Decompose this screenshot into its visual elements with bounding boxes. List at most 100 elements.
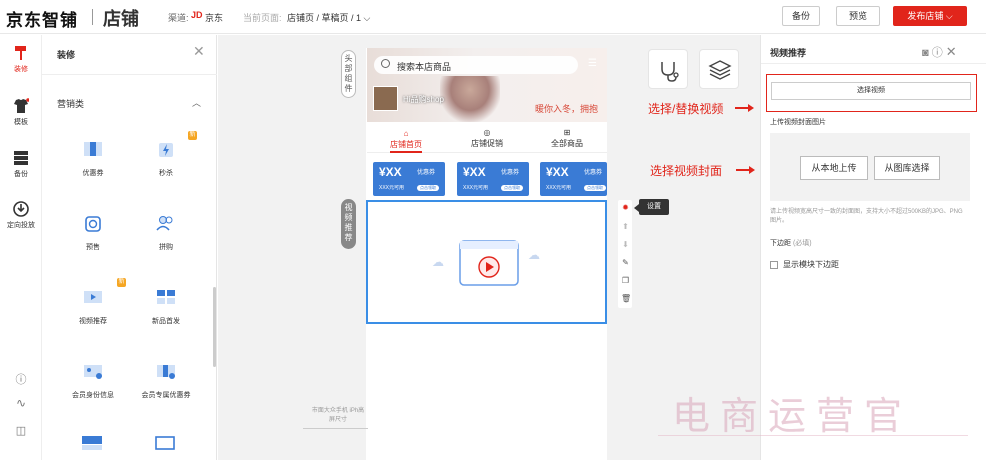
coupon-claim-button[interactable]: 点击领取 — [417, 185, 439, 191]
tab-label: 店铺首页 — [390, 140, 422, 149]
panel-title: 装修 — [57, 50, 76, 60]
margin-label-text: 下边距 — [770, 240, 791, 247]
gear-icon[interactable]: ✹ — [621, 203, 630, 212]
show-margin-checkbox[interactable] — [770, 261, 778, 269]
move-up-icon[interactable]: ⬆ — [621, 222, 630, 231]
component-member-info[interactable]: 会员身份信息 — [68, 362, 118, 400]
banner-slogan: 暖你入冬，拥抱 — [535, 104, 599, 114]
channel-label: 渠道: — [168, 13, 189, 23]
rail-item-template[interactable]: 模板 — [0, 98, 42, 127]
chevron-up-icon[interactable]: ︿ — [192, 96, 201, 109]
tab-all-products[interactable]: ⊞ 全部商品 — [537, 128, 597, 149]
backup-button[interactable]: 备份 — [782, 6, 820, 26]
video-component-text: 视频推荐 — [344, 203, 353, 242]
header-component-label[interactable]: 头部组件 — [341, 50, 356, 98]
menu-icon[interactable]: ☰ — [588, 58, 600, 69]
coupon-icon — [84, 142, 102, 156]
settings-divider — [761, 63, 986, 64]
panel-scrollbar[interactable] — [213, 287, 216, 367]
search-placeholder: 搜索本店商品 — [397, 62, 452, 72]
cover-hint: 请上传视频宽高尺寸一致的封面图，支持大小不超过500KB的JPG、PNG图片。 — [770, 209, 963, 224]
rail-item-backup[interactable]: 备份 — [0, 150, 42, 179]
coupon-claim-button[interactable]: 点击领取 — [584, 185, 606, 191]
coupon-tag: 优惠券 — [417, 170, 436, 176]
component-more-2[interactable] — [155, 436, 175, 450]
component-more-1[interactable] — [82, 436, 102, 450]
jd-logo-icon: JD — [191, 10, 203, 20]
upload-local-button[interactable]: 从本地上传 — [800, 156, 868, 180]
coupon-value: ¥XX — [379, 165, 402, 179]
settings-header-icons: ◙ ⓘ ✕ — [922, 44, 957, 60]
group-buy-icon — [156, 216, 173, 231]
frame-icon — [155, 436, 175, 450]
tab-shop-promo[interactable]: ◎ 店铺促销 — [457, 128, 517, 149]
coupon-card[interactable]: ¥XX XXX元可用 优惠券 点击领取 — [373, 162, 445, 196]
brand-logo: 京东智铺 — [6, 11, 78, 30]
layers-icon — [708, 60, 732, 80]
flash-sale-icon — [159, 143, 173, 157]
current-page-select[interactable]: 店铺页 / 草稿页 / 1 ⌵ — [287, 11, 370, 24]
channel-name: 京东 — [205, 13, 224, 23]
delete-icon[interactable]: 🗑 — [621, 294, 631, 303]
help-icon[interactable]: ⓘ — [932, 47, 943, 59]
settings-tooltip: 设置 — [639, 199, 669, 215]
rail-label: 装修 — [14, 66, 28, 73]
presale-icon — [85, 216, 101, 232]
component-presale[interactable]: 预售 — [68, 214, 118, 252]
component-new-product[interactable]: 新品首发 — [141, 288, 191, 326]
cloud-icon: ☁ — [432, 255, 444, 269]
component-flash-sale[interactable]: 秒杀 — [141, 140, 191, 178]
component-label: 视频推荐 — [79, 318, 107, 325]
paint-roller-icon — [15, 46, 26, 60]
diagnose-button[interactable] — [648, 49, 688, 89]
close-icon[interactable]: ✕ — [193, 43, 205, 60]
annotation-select-cover: 选择视频封面 — [650, 164, 723, 178]
help-icon[interactable]: ⓘ — [0, 371, 42, 387]
edit-icon[interactable]: ✎ — [621, 258, 630, 267]
component-coupon[interactable]: 优惠券 — [68, 140, 118, 178]
coupon-card[interactable]: ¥XX XXX元可用 优惠券 点击领取 — [457, 162, 529, 196]
component-member-coupon[interactable]: 会员专属优惠券 — [141, 362, 191, 400]
block-toolbar — [618, 200, 632, 308]
copy-icon[interactable]: ❐ — [621, 276, 630, 285]
rail-item-decorate[interactable]: 装修 — [0, 45, 42, 74]
brand-divider — [92, 9, 93, 25]
support-icon[interactable]: ∿ — [0, 396, 42, 410]
select-video-button[interactable]: 选择视频 — [771, 82, 971, 100]
component-label: 新品首发 — [152, 318, 180, 325]
new-badge: 新 — [117, 278, 126, 287]
margin-label: 下边距 (必填) — [770, 238, 812, 248]
move-down-icon[interactable]: ⬇ — [621, 240, 630, 249]
phone-size-note: 市面大众手机 iPh高屏尺寸 — [311, 408, 365, 423]
rail-label: 模板 — [14, 119, 28, 126]
coupon-value: ¥XX — [463, 165, 486, 179]
coupon-condition: XXX元可用 — [546, 185, 572, 191]
server-icon — [14, 151, 28, 165]
feedback-icon[interactable]: ◫ — [0, 424, 42, 437]
grid-icon — [82, 436, 102, 450]
video-component-label[interactable]: 视频推荐 — [341, 199, 356, 249]
coupon-claim-button[interactable]: 点击领取 — [501, 185, 523, 191]
chat-icon[interactable]: ◙ — [922, 47, 929, 59]
close-icon[interactable]: ✕ — [946, 44, 957, 59]
rail-item-targeting[interactable]: 定向投放 — [0, 201, 42, 230]
coupon-card[interactable]: ¥XX XXX元可用 优惠券 点击领取 — [540, 162, 607, 196]
upload-library-button[interactable]: 从图库选择 — [874, 156, 940, 180]
tab-shop-home[interactable]: ⌂ 店铺首页 — [376, 129, 436, 150]
banner-photo — [440, 76, 500, 122]
new-badge: 新 — [188, 131, 197, 140]
grid-icon: ⊞ — [563, 128, 571, 137]
search-icon — [381, 59, 390, 68]
coupon-condition: XXX元可用 — [463, 185, 489, 191]
cover-upload-label: 上传视频封面图片 — [770, 119, 826, 126]
component-video-recommend[interactable]: 视频推荐 — [68, 288, 118, 326]
shop-avatar — [373, 86, 398, 111]
component-group-buy[interactable]: 拼购 — [141, 214, 191, 252]
preview-button[interactable]: 预览 — [836, 6, 880, 26]
cloud-icon: ☁ — [528, 248, 540, 262]
layers-button[interactable] — [699, 49, 739, 89]
category-header[interactable]: 营销类 — [57, 97, 84, 110]
publish-button[interactable]: 发布店铺 ⌵ — [893, 6, 967, 26]
panel-divider — [42, 74, 217, 75]
tab-active-indicator — [390, 151, 422, 153]
